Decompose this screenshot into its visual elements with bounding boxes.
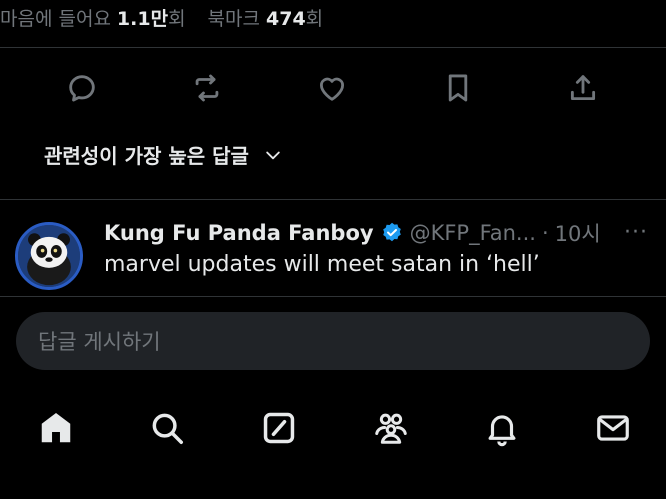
verified-badge-icon xyxy=(382,222,401,242)
like-icon xyxy=(319,77,345,101)
tab-grok[interactable] xyxy=(257,406,301,450)
divider xyxy=(0,296,666,297)
bookmarks-label: 북마크 xyxy=(207,7,260,30)
tab-messages[interactable] xyxy=(591,406,635,450)
panda-avatar-image xyxy=(18,225,80,287)
reply-icon xyxy=(69,75,95,102)
bookmark-icon xyxy=(448,74,468,102)
tab-search[interactable] xyxy=(145,406,189,450)
tab-home[interactable] xyxy=(34,406,78,450)
avatar[interactable] xyxy=(15,222,83,290)
compose-placeholder: 답글 게시하기 xyxy=(38,330,161,354)
repost-icon xyxy=(195,74,219,102)
search-icon xyxy=(152,413,183,444)
tab-notifications[interactable] xyxy=(480,406,524,450)
communities-icon xyxy=(375,413,407,444)
reply-text: marvel updates will meet satan in ‘hell’ xyxy=(104,252,540,277)
messages-icon xyxy=(597,415,629,441)
reply-sort-label: 관련성이 가장 높은 답글 xyxy=(44,144,249,168)
reply-button[interactable] xyxy=(62,68,102,108)
reply-sort-selector[interactable]: 관련성이 가장 높은 답글 xyxy=(44,140,283,169)
chevron-down-icon xyxy=(266,151,280,159)
repost-button[interactable] xyxy=(187,68,227,108)
tweet-stats: 마음에 들어요 1.1만회 북마크 474회 xyxy=(0,0,666,34)
reply-header: Kung Fu Panda Fanboy @KFP_Fan... · 10시 xyxy=(104,218,601,248)
bookmarks-count: 474 xyxy=(266,7,306,30)
reply-tweet[interactable]: Kung Fu Panda Fanboy @KFP_Fan... · 10시 ·… xyxy=(0,218,666,294)
divider xyxy=(0,47,666,48)
bookmarks-unit: 회 xyxy=(305,7,324,30)
reply-separator: · xyxy=(541,221,549,245)
tweet-actions xyxy=(0,64,666,112)
share-icon xyxy=(570,75,596,101)
reply-timestamp[interactable]: 10시 xyxy=(555,218,601,248)
likes-unit: 회 xyxy=(168,7,186,30)
bottom-tab-bar xyxy=(0,400,666,460)
bookmark-button[interactable] xyxy=(438,68,478,108)
bookmarks-stat[interactable]: 북마크 474회 xyxy=(208,4,324,31)
share-button[interactable] xyxy=(563,68,603,108)
reply-compose-input[interactable]: 답글 게시하기 xyxy=(16,312,650,370)
grok-icon xyxy=(263,412,295,444)
home-icon xyxy=(41,412,71,443)
reply-author-name[interactable]: Kung Fu Panda Fanboy xyxy=(104,221,374,245)
divider xyxy=(0,199,666,200)
likes-label: 마음에 들어요 xyxy=(0,7,111,30)
likes-stat[interactable]: 마음에 들어요 1.1만회 xyxy=(0,4,186,31)
like-button[interactable] xyxy=(312,68,352,108)
reply-author-handle[interactable]: @KFP_Fan... xyxy=(410,221,536,245)
likes-count: 1.1만 xyxy=(116,7,169,30)
tab-communities[interactable] xyxy=(369,406,413,450)
notifications-icon xyxy=(488,415,516,447)
more-options-button[interactable]: ··· xyxy=(624,220,648,245)
